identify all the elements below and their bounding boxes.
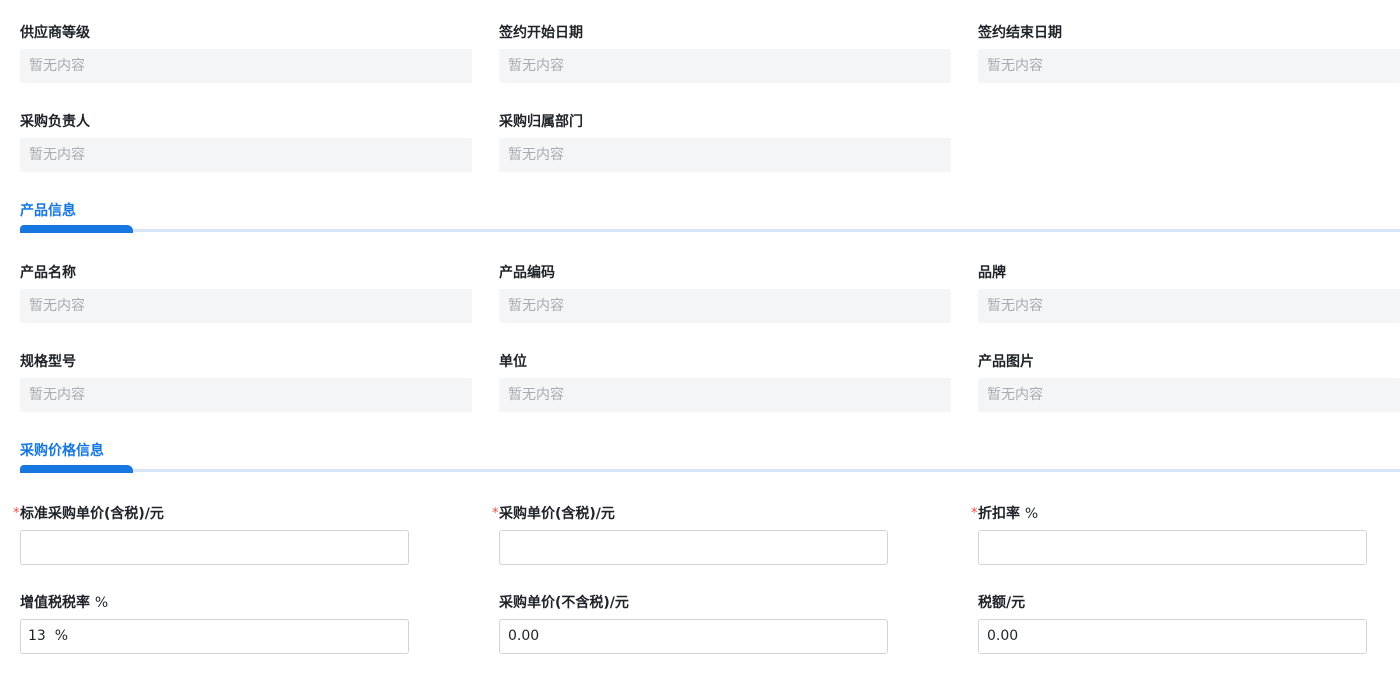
product-image-label: 产品图片 — [978, 354, 1034, 370]
purchase-dept-label: 采购归属部门 — [499, 114, 583, 130]
vat-rate-label: 增值税税率 % — [20, 593, 108, 613]
std-unit-price-label: * 标准采购单价(含税)/元 — [13, 504, 164, 524]
unit-price-label: * 采购单价(含税)/元 — [492, 504, 615, 524]
discount-unit: % — [1024, 506, 1039, 522]
purchase-owner-value: 暂无内容 — [20, 138, 472, 172]
unit-price-ex-tax-label: 采购单价(不含税)/元 — [499, 595, 629, 611]
discount-label-text: 折扣率 — [978, 506, 1020, 522]
contract-end-value: 暂无内容 — [978, 49, 1400, 83]
product-name-label: 产品名称 — [20, 265, 76, 281]
supplier-grade-value: 暂无内容 — [20, 49, 472, 83]
std-unit-price-input[interactable] — [20, 530, 409, 565]
product-name-value: 暂无内容 — [20, 289, 472, 323]
vat-rate-input[interactable]: 13 % — [20, 619, 409, 654]
product-section-accent-bar — [20, 225, 133, 233]
std-unit-price-label-text: 标准采购单价(含税)/元 — [20, 506, 164, 522]
spec-value: 暂无内容 — [20, 378, 472, 412]
brand-label: 品牌 — [978, 265, 1006, 281]
price-section-divider — [20, 469, 1400, 472]
product-image-value: 暂无内容 — [978, 378, 1400, 412]
contract-start-label: 签约开始日期 — [499, 25, 583, 41]
required-mark: * — [13, 506, 20, 521]
unit-value: 暂无内容 — [499, 378, 951, 412]
brand-value: 暂无内容 — [978, 289, 1400, 323]
discount-label: * 折扣率 % — [971, 504, 1039, 524]
price-section-title: 采购价格信息 — [20, 443, 104, 459]
required-mark: * — [492, 506, 499, 521]
price-section-accent-bar — [20, 465, 133, 473]
purchase-dept-value: 暂无内容 — [499, 138, 951, 172]
required-mark: * — [971, 506, 978, 521]
unit-price-input[interactable] — [499, 530, 888, 565]
tax-amount-label: 税额/元 — [978, 595, 1026, 611]
supplier-grade-label: 供应商等级 — [20, 25, 90, 41]
product-section-title: 产品信息 — [20, 203, 76, 219]
detail-form: 供应商等级 暂无内容 签约开始日期 暂无内容 签约结束日期 暂无内容 采购负责人… — [0, 0, 1400, 682]
vat-rate-label-text: 增值税税率 — [20, 595, 90, 611]
spec-label: 规格型号 — [20, 354, 76, 370]
unit-price-ex-tax-input[interactable]: 0.00 — [499, 619, 888, 654]
product-code-value: 暂无内容 — [499, 289, 951, 323]
contract-start-value: 暂无内容 — [499, 49, 951, 83]
unit-price-label-text: 采购单价(含税)/元 — [499, 506, 615, 522]
product-code-label: 产品编码 — [499, 265, 555, 281]
purchase-owner-label: 采购负责人 — [20, 114, 90, 130]
unit-label: 单位 — [499, 354, 527, 370]
discount-input[interactable] — [978, 530, 1367, 565]
tax-amount-input[interactable]: 0.00 — [978, 619, 1367, 654]
vat-rate-unit: % — [94, 595, 109, 611]
product-section-divider — [20, 229, 1400, 232]
contract-end-label: 签约结束日期 — [978, 25, 1062, 41]
